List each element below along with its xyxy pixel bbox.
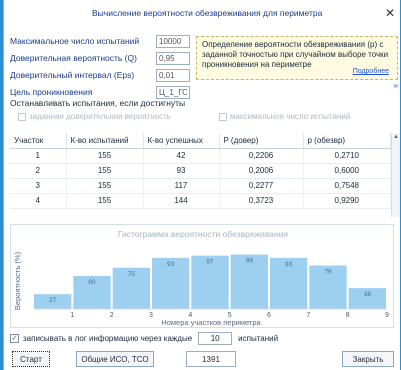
interval-input[interactable] bbox=[156, 68, 190, 82]
col-success[interactable]: К-во успешных bbox=[143, 133, 220, 149]
cell-p-conf: 0,2006 bbox=[219, 163, 304, 179]
info-text: Определение вероятности обезвреживания (… bbox=[202, 40, 389, 69]
table-row[interactable]: 2 155 93 0,2006 0,6000 bbox=[10, 163, 391, 179]
cell-trials: 155 bbox=[66, 178, 144, 194]
bar-value-label: 93 bbox=[167, 261, 175, 268]
log-suffix: испытаний bbox=[238, 333, 279, 343]
start-button[interactable]: Старт bbox=[12, 351, 50, 367]
cell-success: 93 bbox=[143, 163, 220, 179]
close-icon[interactable]: ✕ bbox=[385, 6, 395, 20]
max-trials-option-label: максимальное число испытаний bbox=[229, 112, 351, 121]
x-tick-label: 9 bbox=[385, 312, 389, 319]
chart-y-axis-label: Вероятность (%) bbox=[13, 251, 22, 310]
chart-title: Гистограмма вероятности обезвреживания bbox=[118, 229, 289, 239]
param-max-trials: Максимальное число испытаний bbox=[10, 34, 190, 48]
log-settings: ✓ записывать в лог информацию через кажд… bbox=[10, 331, 278, 345]
cell-success: 117 bbox=[143, 178, 220, 194]
param-confidence: Доверительная вероятность (Q) bbox=[10, 51, 190, 65]
col-p-neutral[interactable]: p (обезвр) bbox=[303, 133, 391, 149]
cell-trials: 155 bbox=[66, 193, 144, 209]
expand-chevron-icon[interactable]: » bbox=[394, 81, 398, 91]
x-tick-label: 1 bbox=[70, 312, 74, 319]
x-tick-label: 8 bbox=[346, 312, 350, 319]
x-tick-label: 3 bbox=[149, 312, 153, 319]
cell-p-neutral: 0,9290 bbox=[303, 193, 391, 209]
cell-p-neutral: 0,2710 bbox=[303, 148, 391, 164]
bar-value-label: 93 bbox=[285, 261, 293, 268]
cell-segment: 2 bbox=[10, 163, 67, 179]
interval-label: Доверительный интервал (Eps) bbox=[10, 70, 135, 80]
max-trials-input[interactable] bbox=[156, 34, 190, 48]
cell-p-conf: 0,3723 bbox=[219, 193, 304, 209]
confidence-checkbox[interactable] bbox=[18, 112, 26, 121]
histogram-chart: Гистограмма вероятности обезвреживания В… bbox=[10, 224, 394, 328]
window-title: Вычисление вероятности обезвреживания дл… bbox=[92, 8, 323, 18]
cell-trials: 155 bbox=[66, 163, 144, 179]
histogram-svg: Гистограмма вероятности обезвреживания В… bbox=[13, 229, 389, 327]
x-tick-label: 7 bbox=[306, 312, 310, 319]
log-checkbox[interactable]: ✓ bbox=[10, 333, 19, 343]
cell-segment: 3 bbox=[10, 178, 67, 194]
bar-value-label: 60 bbox=[88, 279, 96, 286]
target-label: Цель проникновения bbox=[10, 87, 93, 97]
cell-segment: 1 bbox=[10, 148, 67, 164]
confidence-option-label: заданная доверительная вероятность bbox=[29, 112, 171, 121]
max-trials-label: Максимальное число испытаний bbox=[10, 36, 140, 46]
bar-value-label: 97 bbox=[206, 259, 214, 266]
title-bar: Вычисление вероятности обезвреживания дл… bbox=[4, 0, 401, 26]
max-trials-checkbox[interactable] bbox=[218, 112, 227, 121]
scroll-up-icon[interactable]: ▲ bbox=[392, 133, 400, 142]
cell-p-conf: 0,2206 bbox=[219, 148, 304, 164]
x-tick-label: 2 bbox=[110, 312, 114, 319]
cell-p-neutral: 0,7548 bbox=[303, 178, 391, 194]
x-tick-label: 4 bbox=[188, 312, 192, 319]
col-p-conf[interactable]: P (довер) bbox=[219, 133, 304, 149]
cell-segment: 4 bbox=[10, 193, 67, 209]
target-input[interactable] bbox=[156, 85, 190, 99]
cell-trials: 155 bbox=[66, 148, 144, 164]
bar-value-label: 38 bbox=[364, 291, 372, 298]
table-row[interactable]: 3 155 117 0,2277 0,7548 bbox=[10, 178, 391, 194]
stop-options: заданная доверительная вероятность макси… bbox=[18, 112, 350, 121]
more-link[interactable]: Подробнее bbox=[353, 67, 389, 77]
cell-success: 144 bbox=[143, 193, 220, 209]
param-target: Цель проникновения bbox=[10, 85, 190, 99]
table-scrollbar[interactable]: ▲ bbox=[391, 133, 400, 217]
log-label: записывать в лог информацию через каждые bbox=[23, 333, 193, 343]
close-button[interactable]: Закрыть bbox=[342, 351, 394, 367]
col-trials[interactable]: К-во испытаний bbox=[66, 133, 144, 149]
log-interval-input[interactable]: 10 bbox=[198, 331, 233, 345]
x-tick-label: 5 bbox=[228, 312, 232, 319]
general-settings-button[interactable]: Общие ИСО, ТСО bbox=[76, 351, 154, 367]
bar-value-label: 75 bbox=[128, 271, 136, 278]
table-header: Участок К-во испытаний К-во успешных P (… bbox=[10, 133, 391, 149]
bar-value-label: 27 bbox=[49, 297, 57, 304]
bar-value-label: 99 bbox=[246, 258, 254, 265]
param-interval: Доверительный интервал (Eps) bbox=[10, 68, 190, 82]
table-row[interactable]: 1 155 42 0,2206 0,2710 bbox=[10, 148, 391, 164]
confidence-label: Доверительная вероятность (Q) bbox=[10, 53, 137, 63]
chart-x-axis-label: Номера участков периметра bbox=[161, 318, 261, 327]
info-box: Определение вероятности обезвреживания (… bbox=[196, 36, 398, 90]
x-tick-label: 6 bbox=[267, 312, 271, 319]
bar-value-label: 79 bbox=[324, 269, 332, 276]
col-segment[interactable]: Участок bbox=[10, 133, 67, 149]
trial-counter: 1391 bbox=[186, 351, 236, 367]
cell-success: 42 bbox=[143, 148, 220, 164]
dialog-window: Вычисление вероятности обезвреживания дл… bbox=[3, 0, 400, 370]
cell-p-neutral: 0,6000 bbox=[303, 163, 391, 179]
table-row[interactable]: 4 155 144 0,3723 0,9290 bbox=[10, 193, 391, 209]
confidence-input[interactable] bbox=[156, 51, 190, 65]
stop-condition-label: Останавливать испытания, если достигнуты bbox=[10, 98, 186, 108]
results-table: Участок К-во испытаний К-во успешных P (… bbox=[10, 133, 391, 209]
cell-p-conf: 0,2277 bbox=[219, 178, 304, 194]
